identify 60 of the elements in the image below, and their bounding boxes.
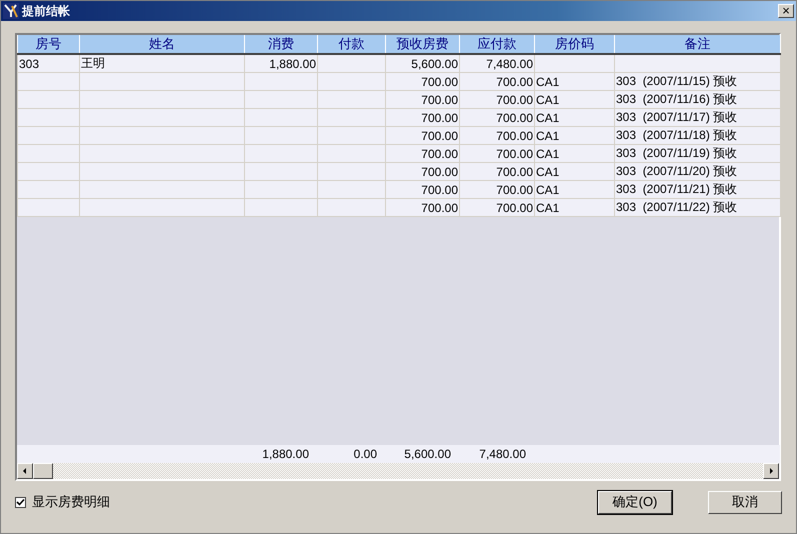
amount-cell: 700.00 [386, 126, 460, 144]
code-cell: CA1 [534, 180, 614, 198]
app-logo-icon [3, 3, 19, 19]
close-button[interactable]: × [778, 4, 794, 18]
code-cell: CA1 [534, 126, 614, 144]
column-header[interactable]: 姓名 [80, 35, 244, 54]
amount-cell: 700.00 [460, 72, 534, 90]
amount-cell: 700.00 [460, 144, 534, 162]
name-cell: 王明 [80, 54, 244, 72]
remark-cell: 303 (2007/11/17) 预收 [614, 108, 780, 126]
horizontal-scrollbar[interactable] [17, 463, 779, 479]
column-header[interactable]: 房号 [18, 35, 80, 54]
amount-cell: 700.00 [460, 162, 534, 180]
code-cell: CA1 [534, 108, 614, 126]
amount-cell: 5,600.00 [386, 54, 460, 72]
remark-cell: 303 (2007/11/22) 预收 [614, 198, 780, 216]
amount-cell: 7,480.00 [460, 54, 534, 72]
remark-cell: 303 (2007/11/15) 预收 [614, 72, 780, 90]
amount-cell: 700.00 [386, 162, 460, 180]
amount-cell: 700.00 [460, 180, 534, 198]
amount-cell: 700.00 [386, 198, 460, 216]
total-cell: 5,600.00 [385, 445, 459, 463]
checkbox-label: 显示房费明细 [32, 493, 110, 511]
column-header[interactable]: 付款 [318, 35, 386, 54]
code-cell: CA1 [534, 144, 614, 162]
amount-cell: 700.00 [460, 126, 534, 144]
amount-cell: 700.00 [460, 198, 534, 216]
remark-cell: 303 (2007/11/21) 预收 [614, 180, 780, 198]
amount-cell: 1,880.00 [244, 54, 318, 72]
column-header[interactable]: 预收房费 [386, 35, 460, 54]
amount-cell: 700.00 [460, 90, 534, 108]
amount-cell: 700.00 [386, 90, 460, 108]
remark-cell: 303 (2007/11/19) 预收 [614, 144, 780, 162]
window-title: 提前结帐 [22, 2, 71, 20]
ok-button[interactable]: 确定(O) [598, 490, 672, 514]
amount-cell: 700.00 [460, 108, 534, 126]
remark-cell: 303 (2007/11/16) 预收 [614, 90, 780, 108]
remark-cell: 303 (2007/11/18) 预收 [614, 126, 780, 144]
scroll-left-icon[interactable] [17, 463, 33, 479]
column-header[interactable]: 消费 [244, 35, 318, 54]
amount-cell: 700.00 [386, 144, 460, 162]
code-cell: CA1 [534, 90, 614, 108]
code-cell: CA1 [534, 162, 614, 180]
column-header[interactable]: 备注 [614, 35, 780, 54]
column-header[interactable]: 应付款 [460, 35, 534, 54]
scroll-thumb[interactable] [33, 463, 53, 479]
scroll-right-icon[interactable] [763, 463, 779, 479]
checkbox[interactable] [15, 496, 26, 508]
remark-cell: 303 (2007/11/20) 预收 [614, 162, 780, 180]
column-header[interactable]: 房价码 [534, 35, 614, 54]
total-cell: 7,480.00 [459, 445, 534, 463]
code-cell: CA1 [534, 198, 614, 216]
room-cell: 303 [18, 54, 80, 72]
cancel-button[interactable]: 取消 [708, 490, 782, 514]
amount-cell: 700.00 [386, 180, 460, 198]
total-cell: 1,880.00 [244, 445, 317, 463]
total-cell: 0.00 [317, 445, 385, 463]
amount-cell: 700.00 [386, 72, 460, 90]
code-cell: CA1 [534, 72, 614, 90]
amount-cell: 700.00 [386, 108, 460, 126]
